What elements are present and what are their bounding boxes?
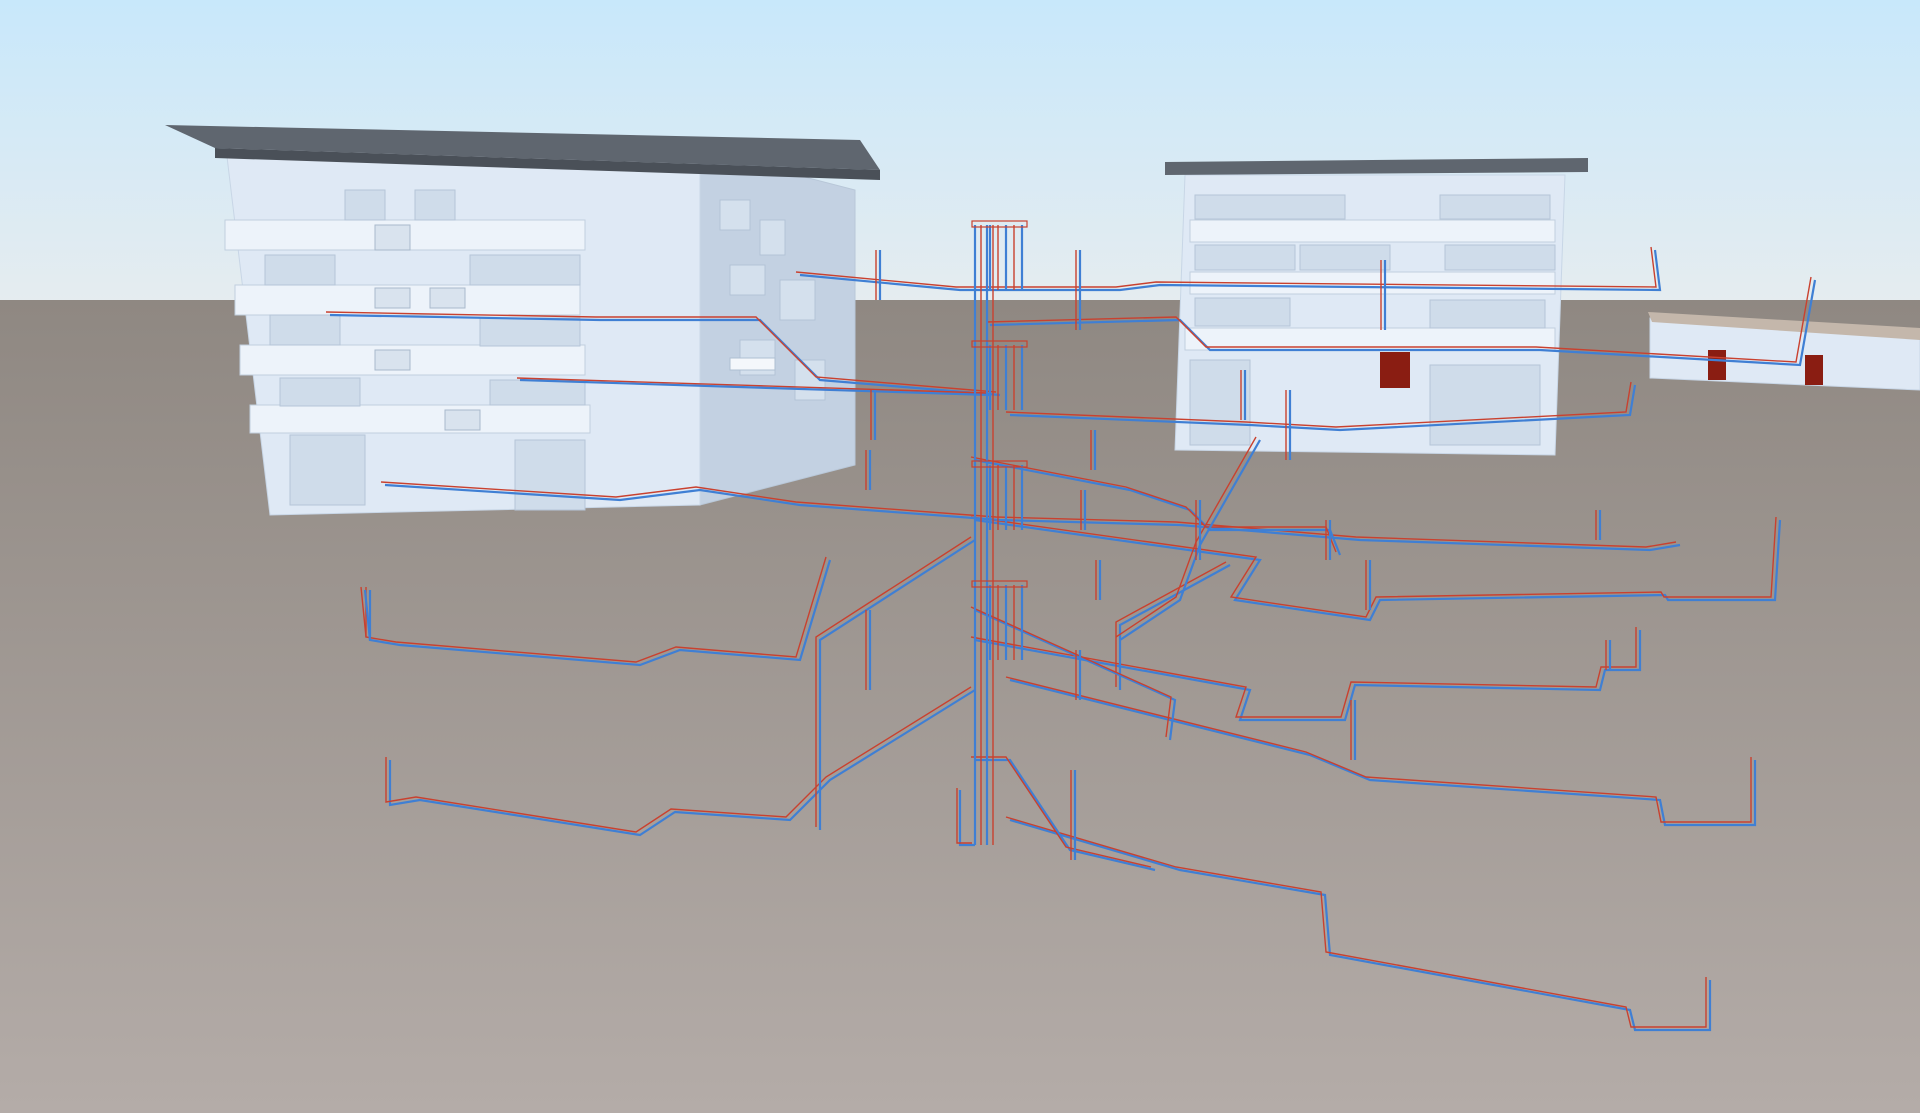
annex-door-left[interactable]	[1708, 350, 1726, 380]
3d-viewport[interactable]: .wall{fill:#dfe9f5;stroke:#c8d6e6;stroke…	[0, 0, 1920, 1113]
building-right[interactable]	[1165, 158, 1588, 456]
annex-door-right[interactable]	[1805, 355, 1823, 385]
building-right-door[interactable]	[1380, 352, 1410, 388]
scene-canvas[interactable]: .wall{fill:#dfe9f5;stroke:#c8d6e6;stroke…	[0, 0, 1920, 1113]
building-left[interactable]	[165, 125, 880, 516]
